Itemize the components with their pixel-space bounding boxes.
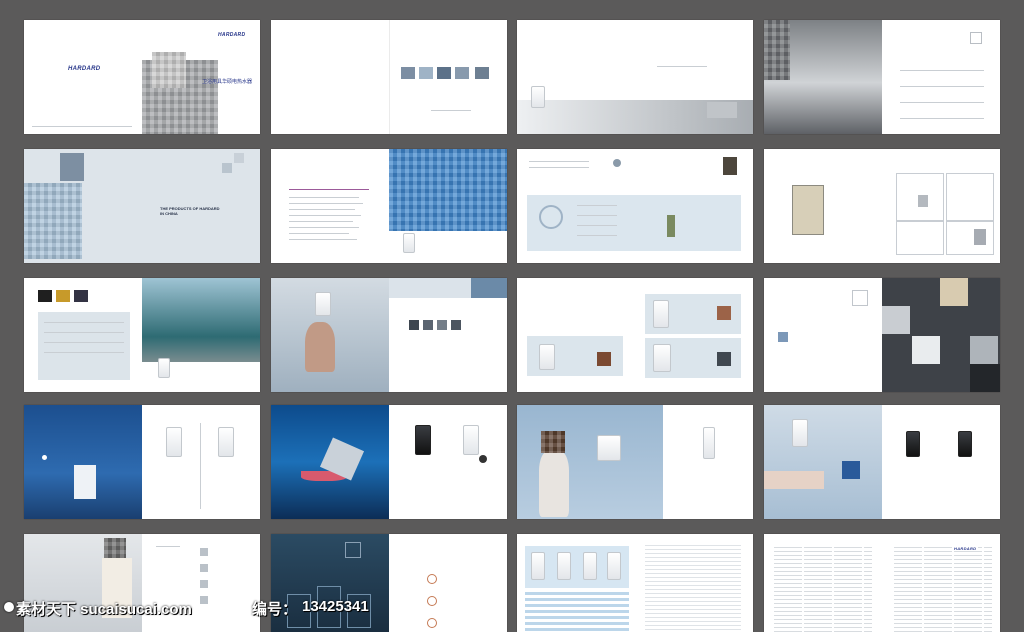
moon-icon — [42, 455, 47, 460]
pixelated-face — [541, 431, 565, 453]
pixelated-blue-portrait — [389, 149, 507, 231]
bathtub-photo — [764, 405, 882, 519]
spread-dark-collage — [764, 278, 1000, 392]
heater-unit — [531, 86, 545, 108]
spread-cover: HARDARD HARDARD 卫浴用具华硕电热水器 — [24, 20, 260, 134]
spread-night-moon — [24, 405, 260, 519]
pixelated-face — [152, 52, 186, 88]
thumb-4 — [455, 67, 469, 79]
thumb-3 — [437, 67, 451, 79]
heater-unit — [403, 233, 415, 253]
circuit-board-photo — [792, 185, 824, 235]
dial-icon — [539, 205, 563, 229]
spread-cocktail-city — [271, 405, 507, 519]
spread-bathroom-chairs — [517, 20, 753, 134]
spread-product-cards — [517, 278, 753, 392]
cover-footer-line — [32, 126, 132, 127]
pixelated-face — [104, 538, 126, 560]
watermark-site: 素材天下 sucaisucai.com — [16, 601, 192, 618]
spread-circuit-board — [764, 149, 1000, 263]
spread-intro-thumbnails — [271, 20, 507, 134]
info-box-2 — [946, 173, 994, 221]
spread-products-of-china: THE PRODUCTS OF HARDARD IN CHINA — [24, 149, 260, 263]
pixelated-person — [764, 20, 790, 80]
spread-blue-portrait — [271, 149, 507, 263]
spread-shower-woman — [517, 405, 753, 519]
pixelated-model — [24, 183, 82, 259]
info-box-3 — [896, 221, 944, 255]
thumb-1 — [401, 67, 415, 79]
product-photo — [60, 153, 84, 181]
watermark-bar: 素材天下 sucaisucai.com 编号： 13425341 — [0, 596, 1024, 620]
watermark-code: 13425341 — [302, 598, 369, 615]
thumb-5 — [475, 67, 489, 79]
spread-stretching-woman — [271, 278, 507, 392]
spread-bath-interior — [24, 278, 260, 392]
spread-bathtub — [764, 405, 1000, 519]
thumb-2 — [419, 67, 433, 79]
corner-frame — [970, 32, 982, 44]
woman-figure — [305, 322, 335, 372]
watermark-icon — [4, 602, 14, 612]
spread-feature-diagram — [517, 149, 753, 263]
english-heading: THE PRODUCTS OF HARDARD IN CHINA — [160, 206, 220, 216]
lounge-chairs — [707, 102, 737, 118]
brand-logo-index: HARDARD — [952, 546, 979, 551]
cover-caption: 卫浴用具华硕电热水器 — [202, 79, 253, 85]
interior-photo — [142, 278, 260, 362]
heater-unit — [597, 435, 621, 461]
info-box-4 — [946, 221, 994, 255]
small-photo — [723, 157, 737, 175]
brand-logo-small: HARDARD — [218, 32, 246, 38]
watermark-code-label: 编号： — [252, 601, 298, 618]
brand-logo: HARDARD — [68, 66, 101, 72]
heater-illustration — [74, 465, 96, 499]
night-photo — [24, 405, 142, 519]
woman-figure — [539, 451, 569, 517]
spread-showroom-photo — [764, 20, 1000, 134]
